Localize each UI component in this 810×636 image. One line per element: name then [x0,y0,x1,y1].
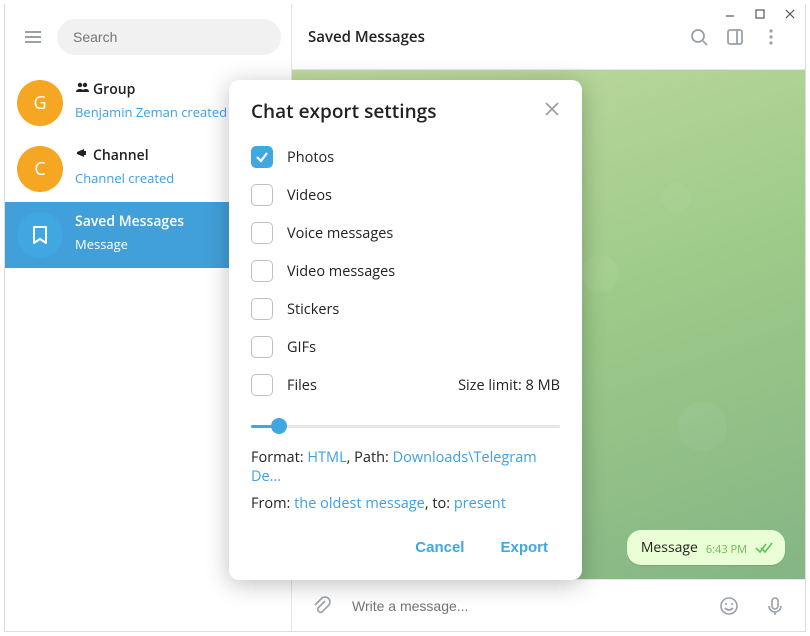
chat-title: Group [75,80,227,99]
option-files[interactable]: Files Size limit: 8 MB [251,366,560,404]
option-stickers[interactable]: Stickers [251,290,560,328]
message-bubble[interactable]: Message 6:43 PM [627,530,785,565]
message-text: Message [641,538,698,557]
compose-bar [292,579,805,631]
panel-icon[interactable] [717,19,753,55]
option-label: Photos [287,148,560,167]
checkbox[interactable] [251,374,273,396]
chat-title: Channel [75,146,174,165]
chat-subtitle: Benjamin Zeman created [75,103,227,121]
checkbox[interactable] [251,336,273,358]
mic-icon[interactable] [757,588,793,624]
from-to-line: From: the oldest message, to: present [251,490,560,517]
format-link[interactable]: HTML [307,448,346,467]
sidebar-topbar [5,4,291,70]
checkbox[interactable] [251,146,273,168]
option-label: Video messages [287,262,560,281]
cancel-button[interactable]: Cancel [407,533,472,562]
checkbox[interactable] [251,222,273,244]
format-path-line: Format: HTML, Path: Downloads\Telegram D… [251,444,560,490]
close-icon[interactable] [544,99,560,123]
option-photos[interactable]: Photos [251,138,560,176]
page-title: Saved Messages [308,27,681,47]
read-checks-icon [755,542,773,557]
attach-icon[interactable] [304,588,340,624]
avatar: C [17,146,63,192]
chat-export-settings-modal: Chat export settings Photos Videos Voice… [229,80,582,580]
size-limit-label: Size limit: 8 MB [458,376,560,395]
option-voice-messages[interactable]: Voice messages [251,214,560,252]
option-label: Videos [287,186,560,205]
from-link[interactable]: the oldest message [294,494,425,513]
search-icon[interactable] [681,19,717,55]
option-label: Stickers [287,300,560,319]
app-window: G Group Benjamin Zeman created ✓ C [0,0,810,636]
more-icon[interactable] [753,19,789,55]
export-button[interactable]: Export [492,533,556,562]
option-gifs[interactable]: GIFs [251,328,560,366]
checkbox[interactable] [251,298,273,320]
bookmark-icon [29,224,51,246]
emoji-icon[interactable] [711,588,747,624]
option-label: Voice messages [287,224,560,243]
chat-subtitle: Message [75,235,184,253]
avatar: G [17,80,63,126]
option-videos[interactable]: Videos [251,176,560,214]
slider-thumb[interactable] [271,418,287,434]
chat-title: Saved Messages [75,212,184,231]
compose-input[interactable] [350,597,701,615]
option-video-messages[interactable]: Video messages [251,252,560,290]
avatar [17,212,63,258]
option-label: GIFs [287,338,560,357]
menu-icon[interactable] [19,23,47,51]
to-link[interactable]: present [454,494,506,513]
size-limit-slider[interactable] [251,404,560,444]
modal-title: Chat export settings [251,98,436,124]
chat-subtitle: Channel created [75,169,174,187]
option-label: Files [287,376,444,395]
message-time: 6:43 PM [706,542,747,557]
checkbox[interactable] [251,184,273,206]
megaphone-icon [75,146,89,165]
chat-header: Saved Messages [292,4,805,70]
checkbox[interactable] [251,260,273,282]
group-icon [75,80,89,99]
search-input[interactable] [57,19,281,55]
